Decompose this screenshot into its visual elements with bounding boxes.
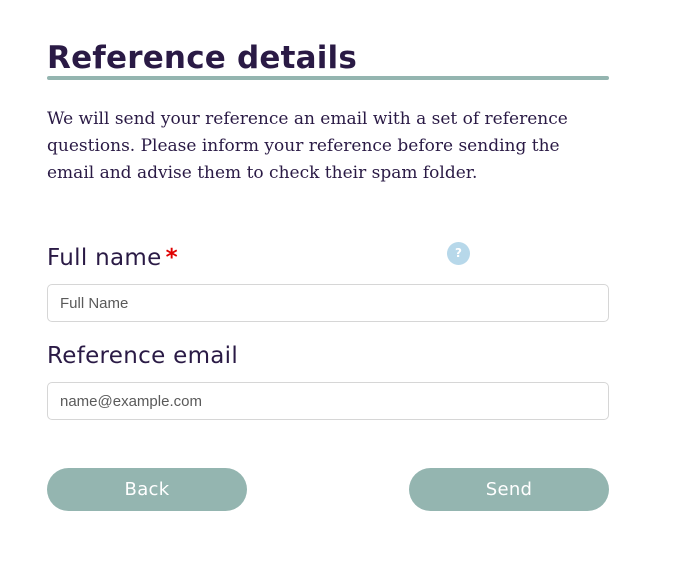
full-name-label: Full name *: [47, 243, 178, 273]
reference-details-form: Reference details We will send your refe…: [47, 0, 609, 567]
required-asterisk: *: [165, 245, 178, 271]
page-title: Reference details: [47, 40, 358, 76]
help-icon[interactable]: ?: [447, 242, 470, 265]
intro-text: We will send your reference an email wit…: [47, 109, 568, 183]
send-button[interactable]: Send: [409, 468, 609, 511]
reference-email-input[interactable]: [47, 382, 609, 420]
full-name-label-text: Full name: [47, 245, 162, 271]
title-underline-divider: [47, 76, 609, 80]
full-name-input[interactable]: [47, 284, 609, 322]
reference-email-label: Reference email: [47, 343, 239, 369]
back-button[interactable]: Back: [47, 468, 247, 511]
